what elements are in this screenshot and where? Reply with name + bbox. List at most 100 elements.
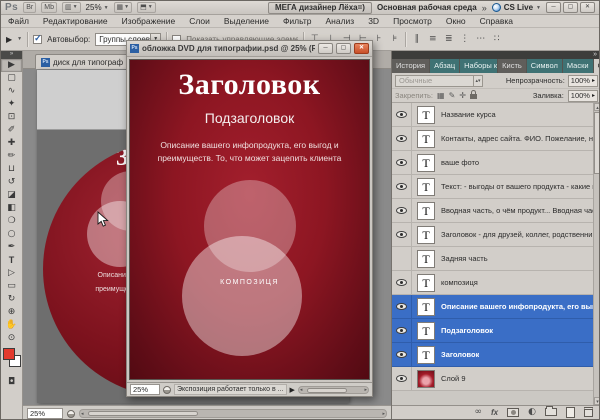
tab-layers[interactable]: Слои	[594, 59, 600, 73]
close-button[interactable]: ✕	[580, 2, 595, 13]
maximize-button[interactable]: ▢	[336, 43, 351, 54]
layer-row[interactable]: Слой 9	[392, 367, 593, 391]
blend-mode-dropdown[interactable]: Обычные▴▾	[395, 75, 483, 87]
maximize-button[interactable]: ▢	[563, 2, 578, 13]
add-mask-icon[interactable]	[507, 408, 519, 417]
flyout-arrow-icon[interactable]: ▸	[592, 77, 597, 84]
layer-thumbnail[interactable]: T	[417, 226, 435, 244]
mini-bridge-icon[interactable]: Mb	[41, 2, 57, 13]
layer-row[interactable]: T ваше фото	[392, 151, 593, 175]
scroll-down-icon[interactable]: ▾	[594, 397, 600, 405]
menu-item-file[interactable]: Файл	[1, 15, 36, 27]
scroll-right-icon[interactable]: ▸	[382, 411, 385, 417]
quick-mask-icon[interactable]: ◘	[1, 377, 22, 387]
menu-item-layers[interactable]: Слои	[182, 15, 217, 27]
minimize-button[interactable]: ─	[318, 43, 333, 54]
visibility-toggle[interactable]	[392, 199, 412, 222]
flyout-arrow-icon[interactable]: ▸	[592, 92, 597, 99]
layer-thumbnail[interactable]: T	[417, 154, 435, 172]
scrollbar-thumb[interactable]	[88, 411, 198, 416]
quick-selection-tool[interactable]: ✦	[1, 98, 22, 111]
lasso-tool[interactable]: ∿	[1, 85, 22, 98]
lock-pixels-icon[interactable]: ✎	[449, 89, 456, 102]
new-group-icon[interactable]	[545, 408, 557, 416]
visibility-toggle[interactable]	[392, 103, 412, 126]
scrollbar-thumb[interactable]	[307, 388, 347, 393]
3d-rotate-tool[interactable]: ↻	[1, 293, 22, 306]
tab-brush[interactable]: Кисть	[498, 59, 527, 73]
scroll-left-icon[interactable]: ◂	[300, 387, 303, 393]
layer-row-selected[interactable]: T Описание вашего инфопродукта, его выго…	[392, 295, 593, 319]
layer-row[interactable]: T Контакты, адрес сайта. ФИО. Пожелание,…	[392, 127, 593, 151]
zoom-tool[interactable]: ⊙	[1, 332, 22, 345]
bridge-icon[interactable]: Br	[23, 2, 36, 13]
tab-brush-presets[interactable]: Наборы ки	[460, 59, 498, 73]
layer-row[interactable]: T Вводная часть, о чём продукт... Вводна…	[392, 199, 593, 223]
minimize-button[interactable]: ─	[546, 2, 561, 13]
marquee-tool[interactable]: ▢	[1, 72, 22, 85]
healing-brush-tool[interactable]: ✚	[1, 137, 22, 150]
adjustment-layer-icon[interactable]: ◐	[528, 406, 536, 418]
new-layer-icon[interactable]	[566, 407, 575, 418]
menu-item-filter[interactable]: Фильтр	[276, 15, 319, 27]
layer-thumbnail[interactable]: T	[417, 346, 435, 364]
scrollbar-thumb[interactable]	[594, 112, 600, 174]
distribute-icon[interactable]: ⋯	[475, 32, 486, 46]
layer-row-hidden[interactable]: T Задняя часть	[392, 247, 593, 271]
visibility-toggle[interactable]	[392, 175, 412, 198]
scroll-up-icon[interactable]: ▴	[594, 103, 600, 111]
lock-position-icon[interactable]: ✛	[459, 89, 466, 102]
visibility-toggle[interactable]	[392, 151, 412, 174]
align-middle-icon[interactable]: ⊧	[389, 32, 400, 46]
vertical-scrollbar[interactable]: ▴ ▾	[593, 103, 600, 405]
lock-transparency-icon[interactable]: ▦	[437, 89, 445, 102]
history-brush-tool[interactable]: ↺	[1, 176, 22, 189]
menu-item-edit[interactable]: Редактирование	[36, 15, 115, 27]
layer-thumbnail[interactable]: T	[417, 106, 435, 124]
scroll-right-icon[interactable]: ▸	[364, 387, 367, 393]
visibility-toggle[interactable]	[392, 343, 412, 366]
layer-row[interactable]: T Название курса	[392, 103, 593, 127]
tab-character[interactable]: Символ	[527, 59, 563, 73]
layer-thumbnail[interactable]: T	[417, 322, 435, 340]
layer-effects-icon[interactable]: fx	[491, 408, 498, 417]
status-menu-arrow-icon[interactable]: ▶	[290, 386, 295, 394]
menu-item-image[interactable]: Изображение	[115, 15, 183, 27]
menu-item-window[interactable]: Окно	[439, 15, 473, 27]
status-zoom-field[interactable]: 25%	[27, 408, 63, 419]
horizontal-scrollbar[interactable]: ◂▸	[79, 409, 387, 418]
visibility-toggle[interactable]	[392, 271, 412, 294]
visibility-toggle[interactable]	[392, 319, 412, 342]
align-center-icon[interactable]: ⊦	[373, 32, 384, 46]
status-zoom-field[interactable]: 25%	[130, 384, 160, 395]
screen-mode-icon[interactable]: ⬒▼	[137, 2, 156, 13]
brush-tool[interactable]: ✏	[1, 150, 22, 163]
gradient-tool[interactable]: ◧	[1, 202, 22, 215]
pen-tool[interactable]: ✒	[1, 241, 22, 254]
visibility-toggle[interactable]	[392, 295, 412, 318]
zoom-level-control[interactable]: 25%▼	[86, 3, 109, 12]
horizontal-scrollbar[interactable]: ◂▸	[298, 386, 369, 394]
menu-item-3d[interactable]: 3D	[361, 15, 386, 27]
layer-thumbnail[interactable]: T	[417, 274, 435, 292]
layer-thumbnail[interactable]: T	[417, 298, 435, 316]
layer-thumbnail[interactable]: T	[417, 130, 435, 148]
clone-stamp-tool[interactable]: ⊔	[1, 163, 22, 176]
dodge-tool[interactable]: ○	[1, 228, 22, 241]
menu-item-analysis[interactable]: Анализ	[319, 15, 362, 27]
distribute-icon[interactable]: ∷	[491, 32, 502, 46]
floating-window-titlebar[interactable]: Ps обложка DVD для типографии.psd @ 25% …	[127, 41, 372, 57]
opacity-field[interactable]: 100%▸	[568, 75, 598, 87]
tools-panel-collapse[interactable]: »	[1, 51, 22, 59]
distribute-icon[interactable]: ⋮	[459, 32, 470, 46]
distribute-icon[interactable]: ≣	[443, 32, 454, 46]
scroll-left-icon[interactable]: ◂	[81, 411, 84, 417]
link-layers-icon[interactable]: ∞	[475, 406, 483, 418]
visibility-toggle[interactable]	[392, 223, 412, 246]
panel-collapse-strip[interactable]: »	[392, 51, 600, 59]
collapse-panels-icon[interactable]: »	[593, 51, 597, 58]
cs-live-button[interactable]: CS Live▼	[492, 3, 541, 12]
visibility-toggle[interactable]	[392, 127, 412, 150]
visibility-toggle[interactable]	[392, 367, 412, 390]
layer-thumbnail[interactable]: T	[417, 250, 435, 268]
